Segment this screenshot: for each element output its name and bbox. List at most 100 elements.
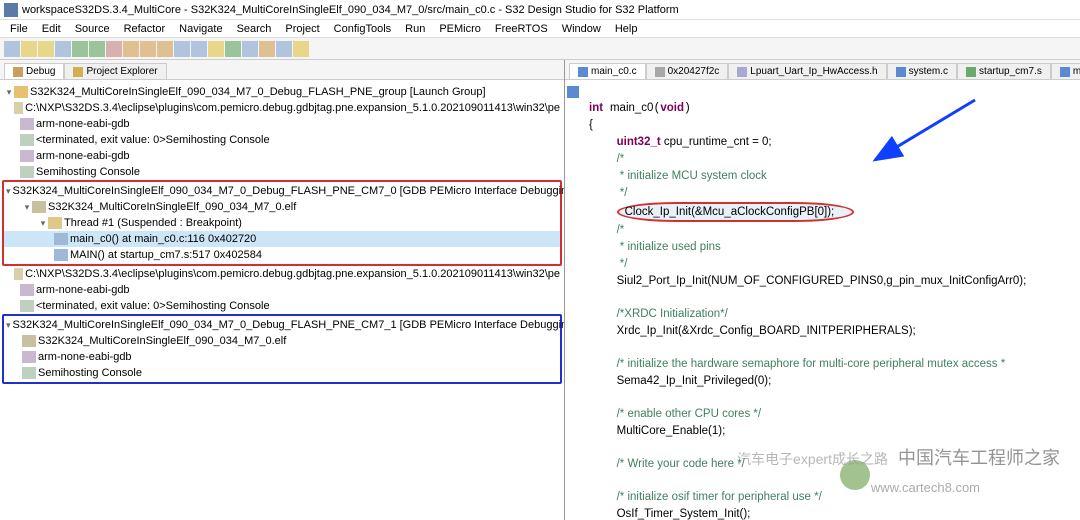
tb-stepout-icon[interactable] xyxy=(157,41,173,57)
tb-resume-icon[interactable] xyxy=(174,41,190,57)
debug-tree[interactable]: ▾S32K324_MultiCoreInSingleElf_090_034_M7… xyxy=(0,80,564,520)
debug-session-cm7-0[interactable]: ▾S32K324_MultiCoreInSingleElf_090_034_M7… xyxy=(4,183,560,199)
console-icon xyxy=(22,367,36,379)
title-bar: workspaceS32DS.3.4_MultiCore - S32K324_M… xyxy=(0,0,1080,20)
tree-row[interactable]: <terminated, exit value: 0>Semihosting C… xyxy=(2,298,562,314)
tab-system-c[interactable]: system.c xyxy=(887,63,957,79)
gdb-icon xyxy=(20,118,34,130)
elf-icon xyxy=(22,335,36,347)
bug-icon xyxy=(13,67,23,77)
gdb-icon xyxy=(22,351,36,363)
memory-icon xyxy=(655,67,665,77)
tb-misc1-icon[interactable] xyxy=(191,41,207,57)
tree-row[interactable]: <terminated, exit value: 0>Semihosting C… xyxy=(2,132,562,148)
launch-group-label: S32K324_MultiCoreInSingleElf_090_034_M7_… xyxy=(30,84,486,100)
tb-saveall-icon[interactable] xyxy=(38,41,54,57)
tree-row[interactable]: arm-none-eabi-gdb xyxy=(2,148,562,164)
project-explorer-icon xyxy=(73,67,83,77)
tb-misc4-icon[interactable] xyxy=(242,41,258,57)
tree-row[interactable]: Semihosting Console xyxy=(4,365,560,381)
tab-debug-label: Debug xyxy=(26,66,55,77)
annotation-arrow-icon xyxy=(865,95,985,175)
breakpoint-marker-icon[interactable] xyxy=(567,86,579,98)
tb-misc3-icon[interactable] xyxy=(225,41,241,57)
tb-run-icon[interactable] xyxy=(72,41,88,57)
tree-row[interactable]: C:\NXP\S32DS.3.4\eclipse\plugins\com.pem… xyxy=(2,100,562,116)
menu-help[interactable]: Help xyxy=(609,22,644,36)
file-icon xyxy=(14,268,23,280)
tree-row[interactable]: arm-none-eabi-gdb xyxy=(2,282,562,298)
menu-window[interactable]: Window xyxy=(556,22,607,36)
menu-configtools[interactable]: ConfigTools xyxy=(328,22,397,36)
console-icon xyxy=(20,166,34,178)
frame-icon xyxy=(54,233,68,245)
main-toolbar xyxy=(0,38,1080,60)
frame-icon xyxy=(54,249,68,261)
tb-misc5-icon[interactable] xyxy=(259,41,275,57)
launch-group-icon xyxy=(14,86,28,98)
menu-project[interactable]: Project xyxy=(279,22,325,36)
c-file-icon xyxy=(1060,67,1070,77)
h-file-icon xyxy=(737,67,747,77)
tab-main-c0[interactable]: main_c0.c xyxy=(569,63,646,79)
tab-debug[interactable]: Debug xyxy=(4,63,64,79)
tree-row[interactable]: C:\NXP\S32DS.3.4\eclipse\plugins\com.pem… xyxy=(2,266,562,282)
left-pane-tabs: Debug Project Explorer xyxy=(0,60,564,80)
tab-lpuart-h[interactable]: Lpuart_Uart_Ip_HwAccess.h xyxy=(728,63,886,79)
tree-row[interactable]: arm-none-eabi-gdb xyxy=(4,349,560,365)
c-file-icon xyxy=(578,67,588,77)
launch-group-row[interactable]: ▾S32K324_MultiCoreInSingleElf_090_034_M7… xyxy=(2,84,562,100)
tree-row[interactable]: Semihosting Console xyxy=(2,164,562,180)
stack-frame-main-c0[interactable]: main_c0() at main_c0.c:116 0x402720 xyxy=(4,231,560,247)
current-line-highlight: Clock_Ip_Init(&Mcu_aClockConfigPB[0]); xyxy=(617,202,855,222)
thread-row[interactable]: ▾Thread #1 (Suspended : Breakpoint) xyxy=(4,215,560,231)
console-icon xyxy=(20,300,34,312)
asm-file-icon xyxy=(966,67,976,77)
wechat-logo-icon xyxy=(840,460,870,490)
tab-startup-s[interactable]: startup_cm7.s xyxy=(957,63,1051,79)
gdb-icon xyxy=(20,150,34,162)
window-title: workspaceS32DS.3.4_MultiCore - S32K324_M… xyxy=(22,4,679,16)
menu-run[interactable]: Run xyxy=(399,22,431,36)
menu-freertos[interactable]: FreeRTOS xyxy=(489,22,554,36)
menu-edit[interactable]: Edit xyxy=(36,22,67,36)
tb-stepover-icon[interactable] xyxy=(140,41,156,57)
menu-navigate[interactable]: Navigate xyxy=(173,22,228,36)
console-icon xyxy=(20,134,34,146)
code-editor[interactable]: int main_c0(void) { uint32_t cpu_runtime… xyxy=(565,80,1080,520)
c-file-icon xyxy=(896,67,906,77)
tb-debug-icon[interactable] xyxy=(89,41,105,57)
cm7-1-debug-highlight: ▾S32K324_MultiCoreInSingleElf_090_034_M7… xyxy=(2,314,562,384)
tb-misc6-icon[interactable] xyxy=(276,41,292,57)
editor-pane: main_c0.c 0x20427f2c Lpuart_Uart_Ip_HwAc… xyxy=(565,60,1080,520)
menu-refactor[interactable]: Refactor xyxy=(118,22,172,36)
cm7-0-debug-highlight: ▾S32K324_MultiCoreInSingleElf_090_034_M7… xyxy=(2,180,562,266)
debug-pane: Debug Project Explorer ▾S32K324_MultiCor… xyxy=(0,60,565,520)
elf-row[interactable]: S32K324_MultiCoreInSingleElf_090_034_M7_… xyxy=(4,333,560,349)
editor-tabs: main_c0.c 0x20427f2c Lpuart_Uart_Ip_HwAc… xyxy=(565,60,1080,80)
app-icon xyxy=(4,3,18,17)
file-icon xyxy=(14,102,23,114)
stack-frame-main[interactable]: MAIN() at startup_cm7.s:517 0x402584 xyxy=(4,247,560,263)
menu-pemicro[interactable]: PEMicro xyxy=(433,22,487,36)
menu-file[interactable]: File xyxy=(4,22,34,36)
menu-search[interactable]: Search xyxy=(231,22,278,36)
tb-misc7-icon[interactable] xyxy=(293,41,309,57)
tab-pe-label: Project Explorer xyxy=(86,66,157,77)
tab-project-explorer[interactable]: Project Explorer xyxy=(64,63,166,79)
tb-step-icon[interactable] xyxy=(123,41,139,57)
menu-source[interactable]: Source xyxy=(69,22,116,36)
elf-icon xyxy=(32,201,46,213)
tab-memory[interactable]: 0x20427f2c xyxy=(646,63,729,79)
tb-build-icon[interactable] xyxy=(55,41,71,57)
menu-bar: File Edit Source Refactor Navigate Searc… xyxy=(0,20,1080,38)
gdb-icon xyxy=(20,284,34,296)
tb-stop-icon[interactable] xyxy=(106,41,122,57)
tb-new-icon[interactable] xyxy=(4,41,20,57)
tb-save-icon[interactable] xyxy=(21,41,37,57)
debug-session-cm7-1[interactable]: ▾S32K324_MultiCoreInSingleElf_090_034_M7… xyxy=(4,317,560,333)
elf-row[interactable]: ▾S32K324_MultiCoreInSingleElf_090_034_M7… xyxy=(4,199,560,215)
tree-row[interactable]: arm-none-eabi-gdb xyxy=(2,116,562,132)
tab-main-c1[interactable]: main_c1.c xyxy=(1051,63,1080,79)
tb-misc2-icon[interactable] xyxy=(208,41,224,57)
